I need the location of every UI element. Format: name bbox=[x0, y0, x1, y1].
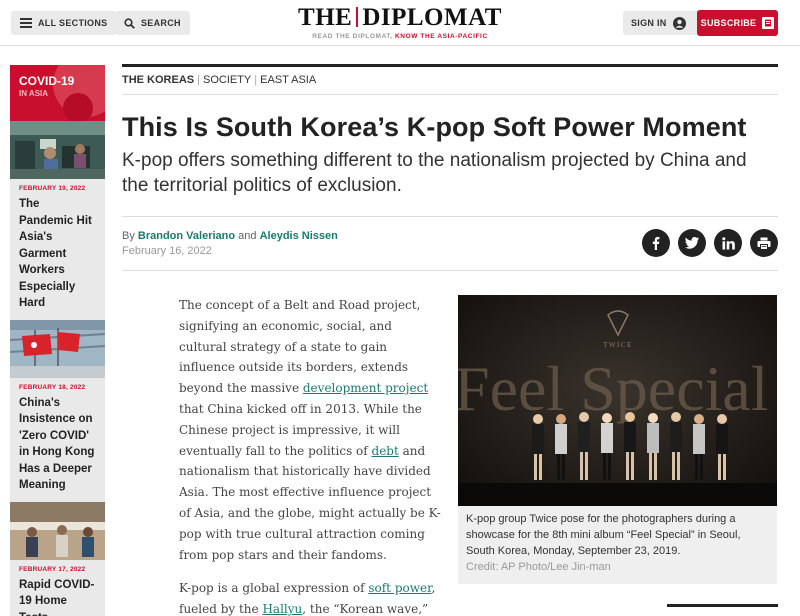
author-link[interactable]: Brandon Valeriano bbox=[138, 230, 235, 242]
covid-sidebar: COVID-19 IN ASIA FEBRUARY 19, 2022 The P… bbox=[10, 65, 105, 616]
all-sections-label: ALL SECTIONS bbox=[38, 18, 108, 28]
sidebar-item-title[interactable]: The Pandemic Hit Asia's Garment Workers … bbox=[19, 196, 96, 312]
soft-power-link[interactable]: soft power bbox=[368, 581, 431, 595]
article-headline: This Is South Korea’s K-pop Soft Power M… bbox=[122, 112, 747, 142]
byline-row: By Brandon Valeriano and Aleydis Nissen … bbox=[122, 229, 778, 270]
sidebar-item[interactable]: FEBRUARY 19, 2022 The Pandemic Hit Asia'… bbox=[10, 179, 105, 320]
sidebar-thumb-garment[interactable] bbox=[10, 121, 105, 179]
category-link[interactable]: EAST ASIA bbox=[260, 74, 316, 86]
category-link[interactable]: SOCIETY bbox=[203, 74, 251, 86]
debt-link[interactable]: debt bbox=[372, 444, 399, 458]
category-link[interactable]: THE KOREAS bbox=[122, 74, 194, 86]
category-breadcrumb: THE KOREAS | SOCIETY | EAST ASIA bbox=[122, 74, 317, 86]
tagline-b: KNOW THE ASIA-PACIFIC bbox=[395, 33, 488, 40]
magazine-icon bbox=[762, 17, 775, 29]
divider bbox=[667, 604, 778, 607]
sidebar-item[interactable]: FEBRUARY 18, 2022 China's Insistence on … bbox=[10, 378, 105, 502]
photo-logo: TWICE bbox=[603, 341, 633, 349]
covid-title: COVID-19 bbox=[19, 74, 75, 88]
menu-icon bbox=[20, 18, 32, 28]
kpop-photo[interactable]: TWICE Feel Special bbox=[458, 295, 777, 506]
logo-diplomat: DIPLOMAT bbox=[362, 4, 502, 31]
search-icon bbox=[124, 17, 135, 29]
photo-caption: K-pop group Twice pose for the photograp… bbox=[458, 506, 777, 580]
search-label: SEARCH bbox=[141, 18, 181, 28]
subscribe-button[interactable]: SUBSCRIBE bbox=[697, 10, 778, 36]
article-header: THE KOREAS | SOCIETY | EAST ASIA This Is Sou… bbox=[122, 64, 778, 271]
tagline-a: READ THE DIPLOMAT, bbox=[312, 33, 393, 40]
hallyu-link[interactable]: Hallyu bbox=[262, 602, 302, 616]
sidebar-item-date: FEBRUARY 18, 2022 bbox=[19, 383, 86, 391]
article-body: The concept of a Belt and Road project, … bbox=[179, 295, 441, 616]
byline-and: and bbox=[238, 230, 257, 242]
sidebar-item-title[interactable]: China's Insistence on 'Zero COVID' in Ho… bbox=[19, 395, 96, 494]
share-buttons bbox=[634, 229, 778, 257]
divider bbox=[122, 94, 778, 95]
development-project-link[interactable]: development project bbox=[303, 381, 428, 395]
sign-in-label: SIGN IN bbox=[631, 18, 667, 28]
covid-section-header[interactable]: COVID-19 IN ASIA bbox=[10, 65, 105, 121]
user-icon bbox=[672, 16, 686, 30]
sidebar-item-date: FEBRUARY 19, 2022 bbox=[19, 185, 86, 192]
all-sections-button[interactable]: ALL SECTIONS bbox=[11, 11, 117, 35]
sidebar-item-title[interactable]: Rapid COVID-19 Home Tests bbox=[19, 577, 96, 616]
linkedin-icon[interactable] bbox=[714, 229, 742, 257]
article-paragraph: The concept of a Belt and Road project, … bbox=[179, 298, 441, 562]
article-figure: TWICE Feel Special K-pop group Twice pos… bbox=[458, 295, 777, 584]
sidebar-item[interactable]: FEBRUARY 17, 2022 Rapid COVID-19 Home Te… bbox=[10, 560, 105, 616]
sign-in-button[interactable]: SIGN IN bbox=[623, 11, 700, 35]
author-link[interactable]: Aleydis Nissen bbox=[260, 230, 338, 242]
divider bbox=[122, 216, 778, 217]
sidebar-thumb-hongkong[interactable] bbox=[10, 319, 105, 378]
twitter-icon[interactable] bbox=[678, 229, 706, 257]
site-logo[interactable]: THE DIPLOMAT READ THE DIPLOMAT, KNOW THE … bbox=[265, 4, 535, 40]
photo-backdrop-text: Feel Special bbox=[458, 353, 769, 424]
photo-credit: Credit: AP Photo/Lee Jin-man bbox=[466, 561, 611, 573]
site-header: ALL SECTIONS SEARCH THE DIPLOMAT READ THE… bbox=[0, 0, 800, 46]
covid-subtitle: IN ASIA bbox=[19, 89, 49, 98]
article-dek: K-pop offers something different to the … bbox=[122, 150, 747, 196]
article-paragraph: K-pop is a global expression of soft pow… bbox=[179, 581, 436, 616]
search-button[interactable]: SEARCH bbox=[115, 11, 190, 35]
facebook-icon[interactable] bbox=[642, 229, 670, 257]
subscribe-label: SUBSCRIBE bbox=[700, 18, 757, 28]
caption-text: K-pop group Twice pose for the photograp… bbox=[466, 513, 741, 557]
decor-circle bbox=[63, 93, 93, 121]
sidebar-item-date: FEBRUARY 17, 2022 bbox=[19, 565, 86, 573]
byline-prefix: By bbox=[122, 230, 135, 242]
logo-the: THE bbox=[298, 4, 353, 31]
logo-divider bbox=[356, 7, 359, 27]
top-rule bbox=[122, 64, 778, 67]
sidebar-thumb-tests[interactable] bbox=[10, 501, 105, 560]
divider bbox=[122, 270, 778, 271]
print-icon[interactable] bbox=[750, 229, 778, 257]
